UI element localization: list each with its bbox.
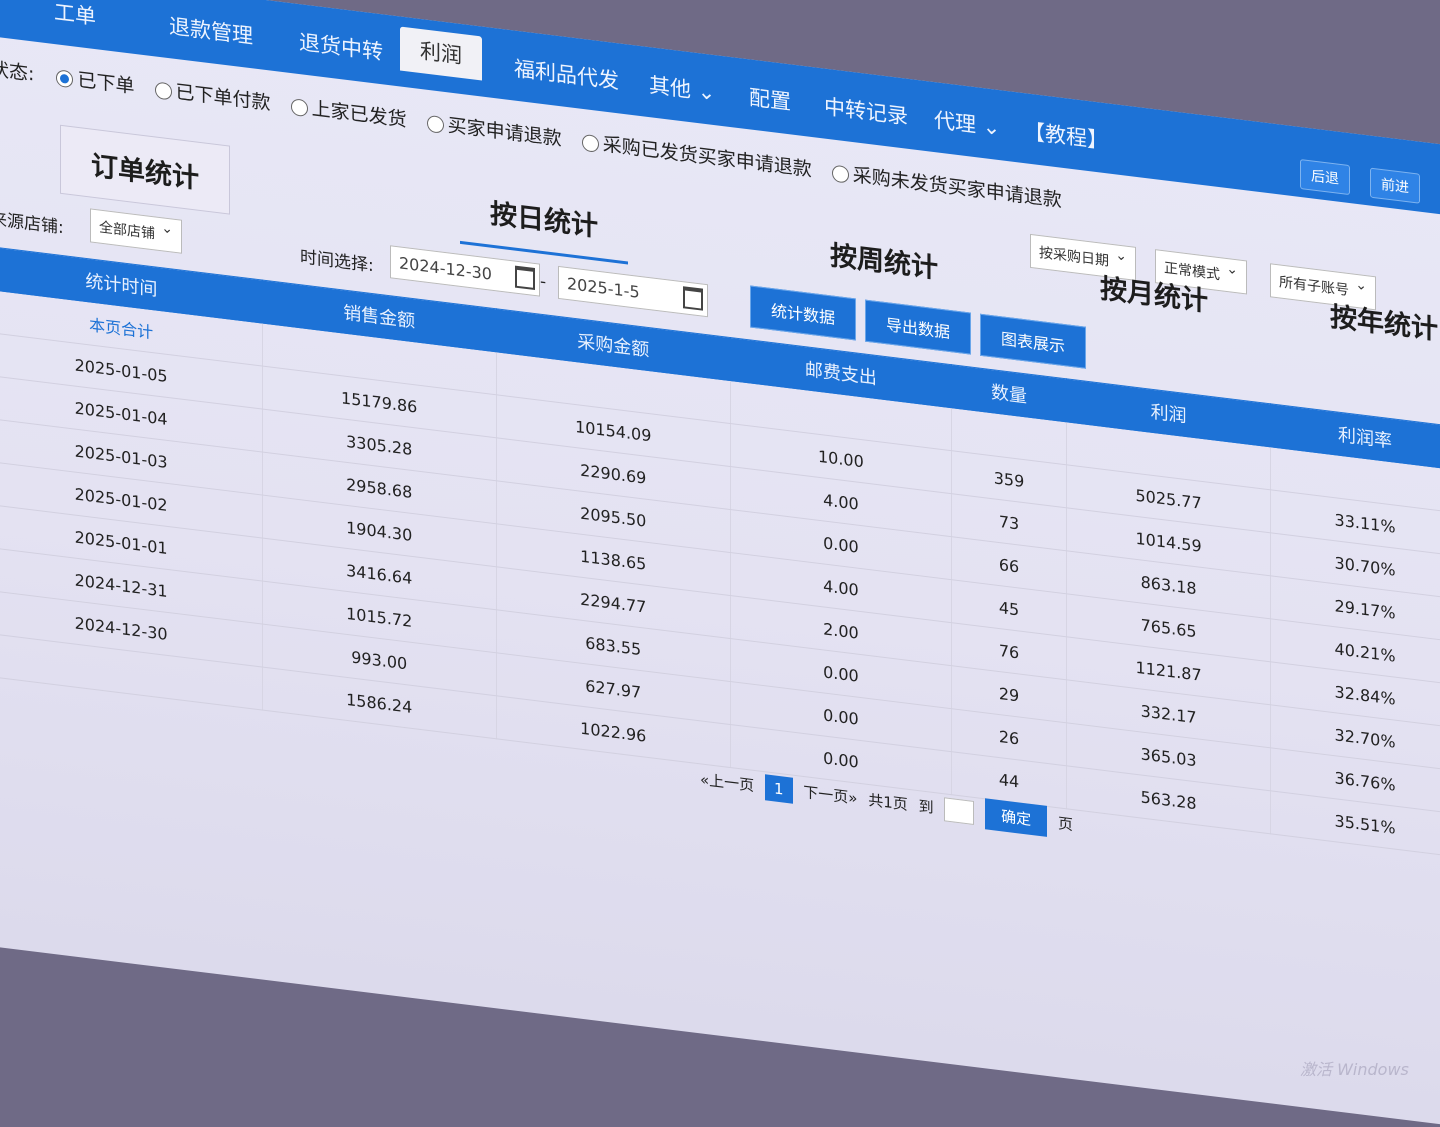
range-separator: - (540, 271, 547, 293)
screen: 工单 退款管理 退货中转 利润 福利品代发 其他 ⌄ 配置 中转记录 代理 ⌄ … (0, 0, 1440, 1127)
goto-label: 到 (918, 797, 934, 817)
chevron-down-icon: ⌄ (982, 114, 1001, 141)
status-option-label: 上家已发货 (311, 97, 407, 132)
tab-weekly-stats[interactable]: 按周统计 (800, 216, 968, 304)
nav-item-tutorial[interactable]: 【教程】 (1010, 107, 1122, 163)
status-radio-ordered[interactable]: 已下单 (56, 62, 134, 99)
date-to-input[interactable]: 2025-1-5 (558, 265, 708, 318)
app-window: 工单 退款管理 退货中转 利润 福利品代发 其他 ⌄ 配置 中转记录 代理 ⌄ … (0, 0, 1440, 1097)
tab-daily-stats[interactable]: 按日统计 (460, 173, 628, 265)
tab-yearly-stats[interactable]: 按年统计 (1300, 277, 1440, 365)
date-from-input[interactable]: 2024-12-30 (390, 245, 540, 297)
forward-button[interactable]: 前进 (1370, 167, 1420, 204)
chevron-down-icon: ⌄ (697, 79, 716, 106)
stat-data-button[interactable]: 统计数据 (750, 285, 857, 341)
status-radio-unshipped-refund[interactable]: 采购未发货买家申请退款 (831, 157, 1062, 212)
date-to-value: 2025-1-5 (567, 273, 640, 302)
nav-label-agent: 代理 (934, 108, 976, 138)
nav-item-refund[interactable]: 退款管理 (155, 2, 267, 58)
next-page-link[interactable]: 下一页» (803, 781, 857, 809)
calendar-icon[interactable] (515, 265, 535, 291)
export-data-button[interactable]: 导出数据 (865, 299, 972, 355)
radio-dot (290, 98, 308, 118)
status-radio-shipped-refund[interactable]: 采购已发货买家申请退款 (581, 127, 812, 182)
nav-item-transfer-log[interactable]: 中转记录 (810, 83, 922, 139)
nav-item-profit[interactable]: 利润 (400, 26, 482, 81)
time-label: 时间选择: (300, 247, 374, 277)
goto-page-input[interactable] (944, 796, 975, 825)
page-unit: 页 (1057, 814, 1073, 835)
status-option-label: 已下单付款 (175, 80, 271, 115)
status-label: 状态: (0, 58, 35, 86)
nav-item-welfare[interactable]: 福利品代发 (500, 45, 633, 103)
goto-confirm-button[interactable]: 确定 (985, 798, 1048, 837)
date-from-value: 2024-12-30 (399, 253, 492, 284)
back-button[interactable]: 后退 (1300, 158, 1350, 196)
status-option-label: 已下单 (77, 68, 135, 98)
status-option-label: 买家申请退款 (447, 114, 562, 151)
status-radio-buyer-refund[interactable]: 买家申请退款 (426, 108, 562, 152)
store-label: 来源店铺: (0, 209, 64, 239)
calendar-icon[interactable] (683, 286, 703, 311)
current-page[interactable]: 1 (764, 773, 793, 804)
tab-order-stats[interactable]: 订单统计 (60, 124, 230, 215)
radio-dot (581, 133, 599, 153)
nav-item-agent[interactable]: 代理 ⌄ (920, 96, 1014, 150)
windows-activation-watermark: 激活 Windows (1300, 1060, 1409, 1079)
radio-dot (154, 81, 172, 101)
nav-label-other: 其他 (649, 73, 691, 103)
nav-item-other[interactable]: 其他 ⌄ (635, 61, 729, 115)
radio-dot (56, 69, 74, 89)
nav-item-ticket[interactable]: 工单 (40, 0, 110, 39)
store-select[interactable]: 全部店铺 (90, 208, 182, 254)
total-pages: 共1页 (868, 790, 908, 814)
status-radio-paid[interactable]: 已下单付款 (154, 74, 271, 115)
nav-item-return-transfer[interactable]: 退货中转 (285, 18, 397, 74)
status-option-label: 采购未发货买家申请退款 (852, 164, 1062, 212)
prev-page-link[interactable]: «上一页 (700, 768, 754, 796)
radio-dot (831, 164, 849, 184)
status-option-label: 采购已发货买家申请退款 (602, 133, 812, 182)
chart-view-button[interactable]: 图表展示 (980, 313, 1087, 369)
status-radio-shipped[interactable]: 上家已发货 (290, 91, 407, 132)
radio-dot (426, 114, 444, 134)
nav-item-config[interactable]: 配置 (735, 74, 805, 125)
